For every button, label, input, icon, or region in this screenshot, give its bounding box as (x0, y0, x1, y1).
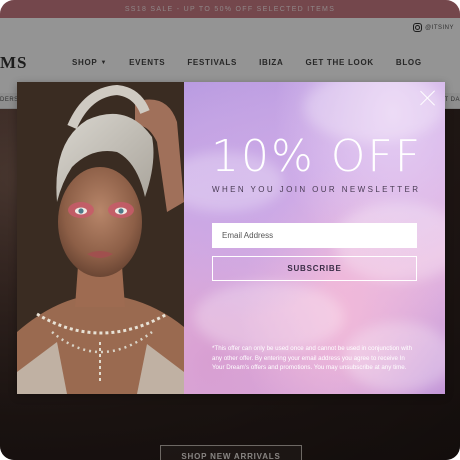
subscribe-button[interactable]: SUBSCRIBE (212, 256, 417, 281)
model-photo (17, 82, 184, 394)
model-illustration (17, 82, 184, 394)
email-field[interactable] (212, 223, 417, 248)
offer-panel: 10% OFF WHEN YOU JOIN OUR NEWSLETTER SUB… (184, 82, 445, 394)
offer-title: 10% OFF (211, 131, 423, 182)
newsletter-modal: 10% OFF WHEN YOU JOIN OUR NEWSLETTER SUB… (17, 82, 445, 394)
offer-disclaimer: *This offer can only be used once and ca… (212, 345, 413, 371)
offer-subtitle: WHEN YOU JOIN OUR NEWSLETTER (212, 185, 421, 194)
close-icon[interactable] (420, 90, 436, 106)
subscribe-button-label: SUBSCRIBE (287, 264, 342, 273)
